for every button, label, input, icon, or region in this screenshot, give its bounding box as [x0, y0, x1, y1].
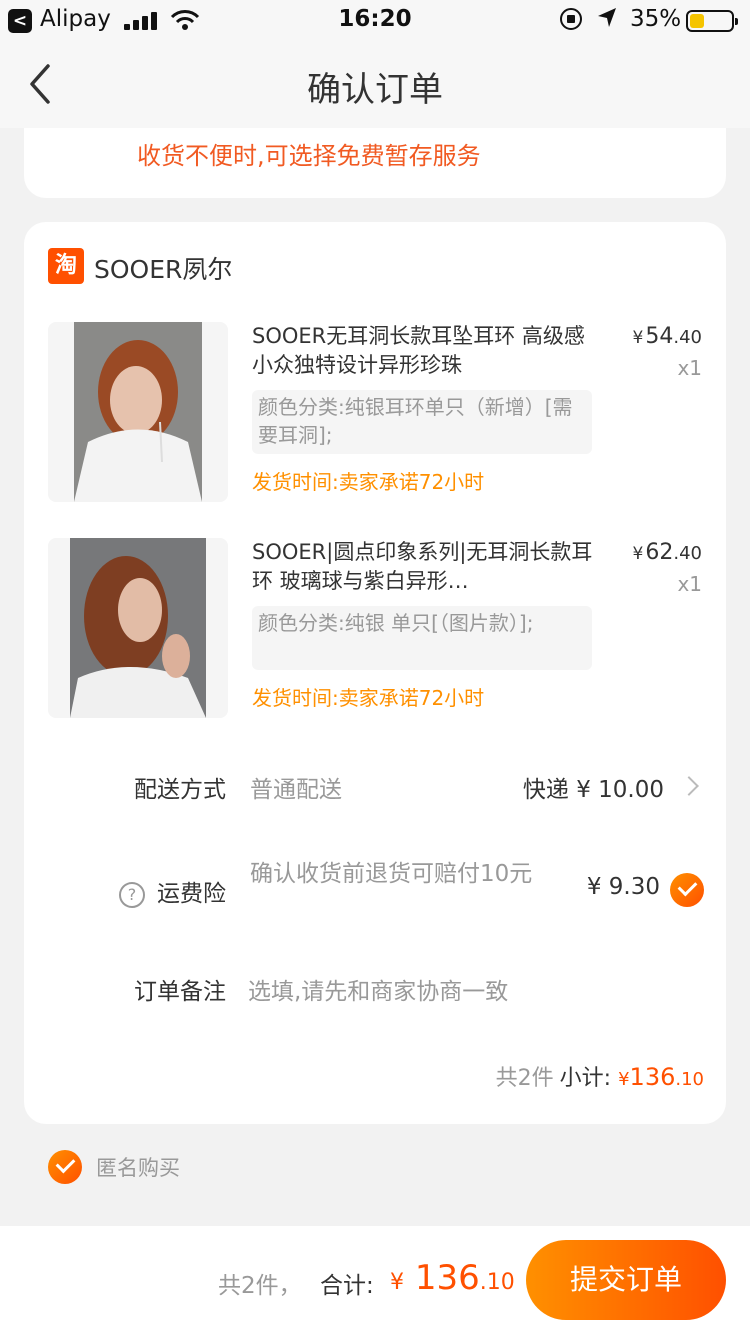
anonymous-checkbox-icon[interactable]	[48, 1150, 82, 1184]
product-sku[interactable]: 颜色分类:纯银耳环单只（新增）[需要耳洞];	[252, 390, 592, 454]
address-card[interactable]: 收货不便时,可选择免费暂存服务	[24, 128, 726, 198]
rotation-lock-icon	[560, 8, 582, 30]
taobao-logo-icon: 淘	[48, 248, 84, 284]
product-title[interactable]: SOOER无耳洞长款耳坠耳环 高级感小众独特设计异形珍珠	[252, 322, 602, 380]
status-bar: < Alipay 16:20 35%	[0, 0, 750, 40]
product-sku[interactable]: 颜色分类:纯银 单只[（图片款）];	[252, 606, 592, 670]
insurance-price: ¥ 9.30	[586, 874, 660, 900]
remark-row[interactable]: 订单备注 选填,请先和商家协商一致	[24, 972, 726, 1006]
shipping-time: 发货时间:卖家承诺72小时	[252, 470, 485, 494]
nav-bar: 确认订单	[0, 40, 750, 128]
shipping-insurance-row[interactable]: ? 运费险 确认收货前退货可赔付10元 ¥ 9.30	[24, 858, 726, 922]
product-title[interactable]: SOOER|圆点印象系列|无耳洞长款耳环 玻璃球与紫白异形…	[252, 538, 602, 596]
submit-order-button[interactable]: 提交订单	[526, 1240, 726, 1320]
remark-input[interactable]: 选填,请先和商家协商一致	[248, 972, 508, 1006]
insurance-label-group: ? 运费险	[119, 874, 226, 908]
battery-percent: 35%	[630, 6, 682, 32]
delivery-value: 普通配送	[250, 777, 342, 803]
product-quantity: x1	[677, 572, 702, 596]
page-title: 确认订单	[307, 70, 443, 110]
total-amount: ¥ 136.10	[390, 1258, 515, 1298]
shipping-time: 发货时间:卖家承诺72小时	[252, 686, 485, 710]
product-price: ¥54.40	[632, 324, 702, 349]
delivery-row[interactable]: 配送方式 普通配送 快递 ¥ 10.00	[24, 770, 726, 803]
chevron-right-icon[interactable]	[679, 776, 699, 796]
battery-icon	[686, 10, 738, 32]
insurance-label: 运费险	[157, 881, 226, 907]
product-price: ¥62.40	[632, 540, 702, 565]
item-count: 共2件，	[218, 1273, 302, 1299]
insurance-checkbox-icon[interactable]	[670, 873, 704, 907]
anonymous-label: 匿名购买	[96, 1156, 180, 1180]
checkout-bar: 共2件， 合计: ¥ 136.10 提交订单	[0, 1226, 750, 1334]
total-label: 合计:	[320, 1273, 374, 1299]
insurance-description: 确认收货前退货可赔付10元	[250, 861, 533, 887]
shop-name[interactable]: SOOER夙尔	[94, 250, 232, 286]
subtotal: 共2件 小计: ¥136.10	[495, 1063, 704, 1091]
remark-label: 订单备注	[134, 979, 226, 1005]
help-icon[interactable]: ?	[119, 881, 145, 908]
battery-fill	[690, 14, 704, 28]
product-image[interactable]	[48, 322, 228, 502]
delivery-price: 快递 ¥ 10.00	[522, 777, 664, 803]
location-icon	[598, 8, 616, 27]
shop-order-card: 淘 SOOER夙尔 SOOER无耳洞长款耳坠耳环 高级感小众独特设计异形珍珠 颜…	[24, 222, 726, 1124]
delivery-label: 配送方式	[134, 777, 226, 803]
storage-service-notice[interactable]: 收货不便时,可选择免费暂存服务	[137, 136, 481, 171]
product-image[interactable]	[48, 538, 228, 718]
order-item[interactable]: SOOER|圆点印象系列|无耳洞长款耳环 玻璃球与紫白异形… 颜色分类:纯银 单…	[48, 538, 702, 720]
order-item[interactable]: SOOER无耳洞长款耳坠耳环 高级感小众独特设计异形珍珠 颜色分类:纯银耳环单只…	[48, 322, 702, 504]
product-quantity: x1	[677, 356, 702, 380]
